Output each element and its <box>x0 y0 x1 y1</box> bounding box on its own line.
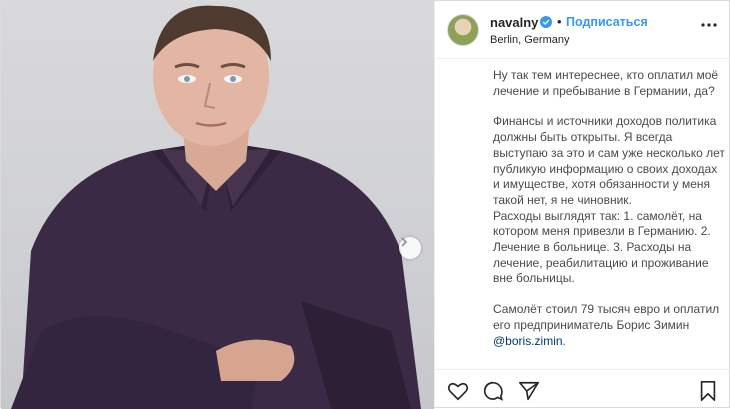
share-icon[interactable] <box>518 380 540 402</box>
portrait-illustration <box>11 5 421 409</box>
instagram-post: navalny • Подписаться Berlin, Germany Ну… <box>0 0 730 409</box>
verified-badge-icon <box>540 16 552 28</box>
action-bar <box>435 369 730 409</box>
caption-paragraph: Расходы выглядят так: 1. самолёт, на кот… <box>493 208 711 286</box>
caption-paragraph: Финансы и источники доходов политика дол… <box>493 114 725 207</box>
separator-dot: • <box>557 14 562 29</box>
caption-text: Самолёт стоил 79 тысяч евро и оплатил ег… <box>493 302 720 332</box>
location-link[interactable]: Berlin, Germany <box>490 34 569 46</box>
carousel-next-button[interactable] <box>399 237 421 259</box>
mention-link[interactable]: @boris.zimin <box>493 334 563 348</box>
chevron-right-icon <box>401 237 408 247</box>
heart-icon[interactable] <box>447 380 469 402</box>
post-caption: Ну так тем интереснее, кто оплатил моё л… <box>493 68 725 368</box>
more-options-icon[interactable] <box>699 21 719 29</box>
post-side-panel: navalny • Подписаться Berlin, Germany Ну… <box>434 1 730 409</box>
post-header: navalny • Подписаться Berlin, Germany <box>435 1 730 59</box>
follow-button[interactable]: Подписаться <box>566 15 648 29</box>
post-photo[interactable] <box>1 1 434 409</box>
caption-text: . <box>562 333 566 348</box>
username-link[interactable]: navalny <box>490 15 538 30</box>
comment-icon[interactable] <box>482 380 504 402</box>
avatar[interactable] <box>447 14 479 46</box>
bookmark-icon[interactable] <box>697 380 719 402</box>
caption-paragraph: Самолёт стоил 79 тысяч евро и оплатил ег… <box>493 302 725 349</box>
caption-paragraph: Ну так тем интереснее, кто оплатил моё л… <box>493 68 719 98</box>
